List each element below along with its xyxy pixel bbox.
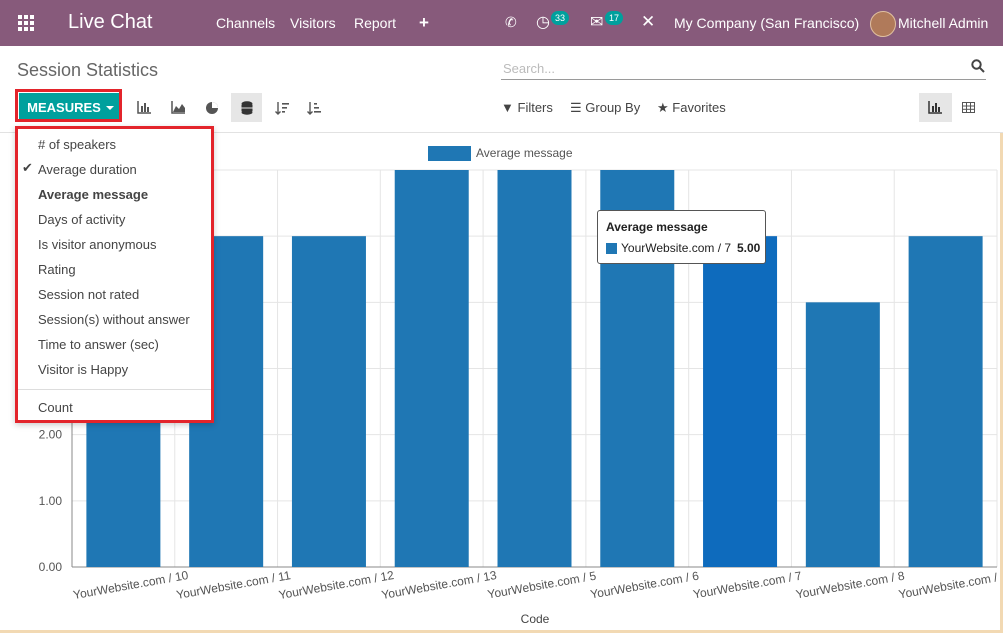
search-bar: [501, 57, 986, 80]
menu-report[interactable]: Report: [354, 15, 396, 31]
measure-item-average-duration[interactable]: Average duration: [38, 162, 137, 177]
check-icon: ✔: [22, 160, 33, 175]
line-chart-button[interactable]: [163, 93, 194, 122]
x-tick-label: YourWebsite.com / 12: [278, 568, 396, 602]
x-tick-label: YourWebsite.com / 7: [692, 569, 803, 602]
pie-chart-button[interactable]: [196, 93, 227, 122]
user-avatar[interactable]: [870, 11, 896, 37]
user-menu[interactable]: Mitchell Admin: [898, 15, 988, 31]
measure-item-rating[interactable]: Rating: [38, 262, 76, 277]
measure-item-average-message[interactable]: Average message: [38, 187, 148, 202]
x-tick-label: YourWebsite.com / 6: [589, 569, 700, 602]
table-icon: [962, 102, 975, 113]
tools-icon[interactable]: ✕: [641, 12, 655, 32]
x-tick-label: YourWebsite.com / 9: [898, 569, 1000, 602]
x-tick-label: YourWebsite.com / 8: [795, 569, 906, 602]
favorites-button[interactable]: ★ Favorites: [657, 100, 726, 116]
measure-item-session-not-rated[interactable]: Session not rated: [38, 287, 139, 302]
measure-item-time-to-answer[interactable]: Time to answer (sec): [38, 337, 159, 352]
tooltip-swatch: [606, 243, 617, 254]
caret-down-icon: [105, 105, 114, 110]
bar-chart-icon: [137, 101, 151, 114]
page-title: Session Statistics: [17, 60, 159, 80]
bar: [497, 170, 572, 567]
x-tick-label: YourWebsite.com / 5: [486, 569, 597, 602]
plus-icon[interactable]: +: [419, 13, 429, 33]
tooltip-label: YourWebsite.com / 7: [621, 241, 732, 255]
message-badge: 17: [605, 11, 624, 25]
measure-item-visitor-anonymous[interactable]: Is visitor anonymous: [38, 237, 157, 252]
area-chart-icon: [171, 101, 185, 114]
top-navbar: Live Chat Channels Visitors Report + ✆ ◷…: [0, 0, 1003, 46]
menu-channels[interactable]: Channels: [216, 15, 275, 31]
search-input[interactable]: [501, 57, 945, 79]
dropdown-divider: [18, 389, 211, 390]
favorites-label: Favorites: [672, 100, 726, 115]
activity-badge: 33: [551, 11, 570, 25]
measure-item-speakers[interactable]: # of speakers: [38, 137, 116, 152]
x-tick-label: YourWebsite.com / 13: [380, 568, 498, 602]
filter-icon: ▼: [501, 100, 514, 115]
measures-dropdown: ✔ # of speakers Average duration Average…: [15, 126, 214, 423]
bar: [908, 236, 983, 567]
database-icon: [241, 100, 252, 115]
phone-icon[interactable]: ✆: [505, 14, 517, 31]
tooltip-value: 5.00: [737, 241, 761, 255]
measure-item-visitor-happy[interactable]: Visitor is Happy: [38, 362, 128, 377]
chart-tooltip: Average message YourWebsite.com / 7 5.00: [597, 210, 766, 264]
menu-visitors[interactable]: Visitors: [290, 15, 336, 31]
clock-icon[interactable]: ◷: [536, 12, 550, 32]
search-icon[interactable]: [971, 59, 985, 73]
y-tick-label: 1.00: [39, 494, 63, 508]
x-tick-label: YourWebsite.com / 10: [72, 568, 190, 602]
sort-ascending-button[interactable]: [298, 93, 329, 122]
measure-item-count[interactable]: Count: [38, 400, 73, 415]
company-switcher[interactable]: My Company (San Francisco): [674, 15, 859, 31]
group-by-label: Group By: [585, 100, 641, 115]
group-by-button[interactable]: ☰ Group By: [570, 100, 640, 116]
x-axis-title: Code: [521, 612, 550, 626]
legend-swatch: [428, 146, 471, 161]
pivot-view-button[interactable]: [952, 93, 985, 122]
bar: [805, 302, 880, 567]
x-tick-label: YourWebsite.com / 11: [175, 568, 292, 602]
stacked-button[interactable]: [231, 93, 262, 122]
filters-button[interactable]: ▼ Filters: [501, 100, 553, 115]
list-icon: ☰: [570, 100, 582, 115]
sort-descending-icon: [274, 101, 289, 115]
tooltip-title: Average message: [606, 220, 708, 234]
y-tick-label: 2.00: [39, 428, 63, 442]
chat-icon[interactable]: ✉: [590, 12, 603, 32]
bar: [291, 236, 366, 567]
star-icon: ★: [657, 100, 669, 115]
y-tick-label: 0.00: [39, 560, 63, 574]
legend-label: Average message: [476, 146, 573, 160]
apps-grid-icon[interactable]: [18, 15, 35, 32]
bar: [703, 236, 778, 567]
sort-ascending-icon: [306, 101, 321, 115]
measures-label: MEASURES: [27, 100, 101, 115]
graph-view-button[interactable]: [919, 93, 952, 122]
measure-item-without-answer[interactable]: Session(s) without answer: [38, 312, 190, 327]
bar: [394, 170, 469, 567]
sort-descending-button[interactable]: [266, 93, 297, 122]
app-title[interactable]: Live Chat: [68, 11, 153, 34]
measure-item-days-of-activity[interactable]: Days of activity: [38, 212, 125, 227]
measures-button[interactable]: MEASURES: [19, 93, 122, 122]
filters-label: Filters: [517, 100, 553, 115]
bar-chart-icon: [928, 101, 942, 114]
bar-chart-button[interactable]: [129, 93, 160, 122]
pie-chart-icon: [205, 101, 218, 114]
